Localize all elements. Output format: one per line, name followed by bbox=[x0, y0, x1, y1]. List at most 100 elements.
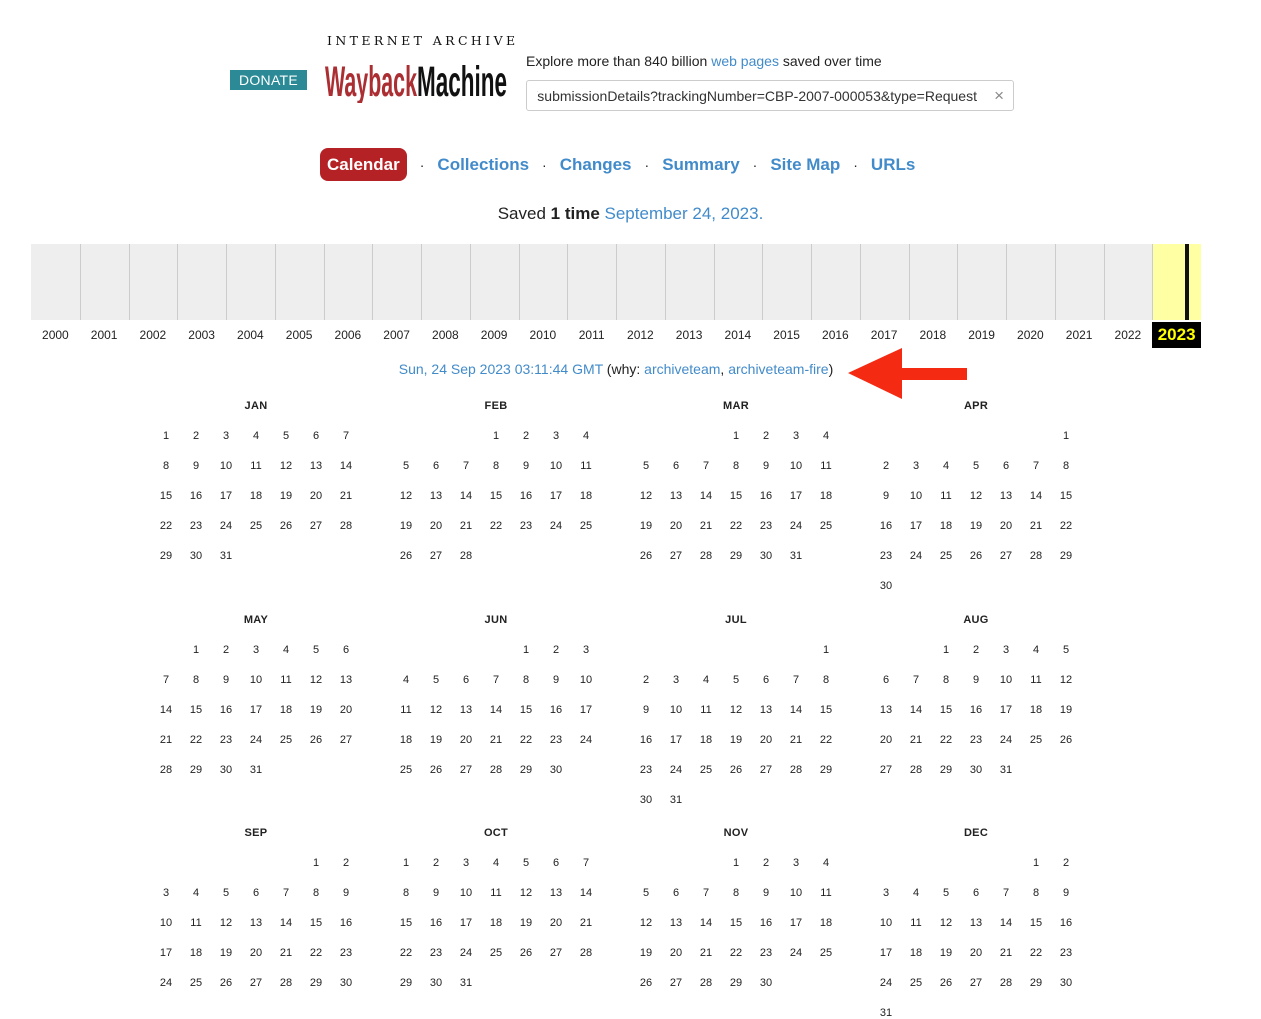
calendar-day: 1 bbox=[312, 857, 320, 869]
sparkline-year-2002[interactable] bbox=[128, 244, 178, 320]
calendar-day: 28 bbox=[1029, 550, 1043, 562]
sparkline-year-2001[interactable] bbox=[79, 244, 129, 320]
year-label-2011[interactable]: 2011 bbox=[567, 322, 616, 348]
year-label-2016[interactable]: 2016 bbox=[811, 322, 860, 348]
tab-urls[interactable]: URLs bbox=[871, 155, 915, 175]
sparkline-year-2019[interactable] bbox=[957, 244, 1006, 320]
saved-date-link[interactable]: September 24, 2023. bbox=[605, 204, 764, 223]
calendar-day: 19 bbox=[639, 947, 653, 959]
year-label-2007[interactable]: 2007 bbox=[372, 322, 421, 348]
year-label-2014[interactable]: 2014 bbox=[714, 322, 763, 348]
calendar-day: 29 bbox=[519, 764, 533, 776]
calendar-day: 30 bbox=[879, 580, 893, 592]
year-label-2017[interactable]: 2017 bbox=[860, 322, 909, 348]
tab-collections[interactable]: Collections bbox=[437, 155, 529, 175]
calendar-day: 7 bbox=[162, 674, 170, 686]
year-label-2015[interactable]: 2015 bbox=[762, 322, 811, 348]
calendar-day: 20 bbox=[879, 734, 893, 746]
calendar-day: 2 bbox=[642, 674, 650, 686]
year-label-2005[interactable]: 2005 bbox=[275, 322, 324, 348]
year-label-2004[interactable]: 2004 bbox=[226, 322, 275, 348]
web-pages-link[interactable]: web pages bbox=[711, 53, 779, 69]
sparkline-year-2021[interactable] bbox=[1054, 244, 1104, 320]
sparkline-year-2004[interactable] bbox=[226, 244, 275, 320]
calendar-day: 25 bbox=[939, 550, 953, 562]
sparkline-year-2006[interactable] bbox=[323, 244, 373, 320]
clear-icon[interactable]: × bbox=[994, 86, 1004, 106]
calendar-day: 27 bbox=[429, 550, 443, 562]
calendar-day: 13 bbox=[549, 887, 563, 899]
reason-archiveteam-link[interactable]: archiveteam bbox=[644, 361, 720, 377]
sparkline-year-2011[interactable] bbox=[567, 244, 616, 320]
sparkline-year-2000[interactable] bbox=[31, 244, 80, 320]
sparkline-year-2008[interactable] bbox=[421, 244, 470, 320]
sparkline-year-2014[interactable] bbox=[713, 244, 763, 320]
sparkline-year-2018[interactable] bbox=[908, 244, 958, 320]
sparkline-year-2016[interactable] bbox=[811, 244, 860, 320]
calendar-day: 6 bbox=[342, 644, 350, 656]
year-label-2006[interactable]: 2006 bbox=[324, 322, 373, 348]
year-label-2009[interactable]: 2009 bbox=[470, 322, 519, 348]
year-label-2012[interactable]: 2012 bbox=[616, 322, 665, 348]
year-label-2018[interactable]: 2018 bbox=[909, 322, 958, 348]
calendar-day: 13 bbox=[339, 674, 353, 686]
sparkline-year-2009[interactable] bbox=[469, 244, 519, 320]
year-label-2010[interactable]: 2010 bbox=[519, 322, 568, 348]
sparkline-year-2013[interactable] bbox=[664, 244, 714, 320]
calendar-day: 13 bbox=[999, 490, 1013, 502]
tab-calendar[interactable]: Calendar bbox=[320, 148, 407, 181]
calendar-day: 22 bbox=[939, 734, 953, 746]
calendar-day: 18 bbox=[909, 947, 923, 959]
year-label-2003[interactable]: 2003 bbox=[177, 322, 226, 348]
calendar-day: 3 bbox=[252, 644, 260, 656]
calendar-day: 17 bbox=[669, 734, 683, 746]
calendar-day: 16 bbox=[429, 917, 443, 929]
tab-changes[interactable]: Changes bbox=[560, 155, 632, 175]
sparkline-year-2020[interactable] bbox=[1006, 244, 1055, 320]
calendar-day: 29 bbox=[1059, 550, 1073, 562]
year-label-2019[interactable]: 2019 bbox=[957, 322, 1006, 348]
calendar-day: 7 bbox=[462, 460, 470, 472]
calendar-day: 14 bbox=[909, 704, 923, 716]
url-input[interactable] bbox=[537, 86, 977, 106]
calendar-day: 25 bbox=[489, 947, 503, 959]
sparkline-year-2015[interactable] bbox=[762, 244, 811, 320]
year-label-2022[interactable]: 2022 bbox=[1104, 322, 1153, 348]
sparkline-year-2012[interactable] bbox=[616, 244, 665, 320]
snapshot-timestamp-link[interactable]: Sun, 24 Sep 2023 03:11:44 GMT bbox=[399, 361, 603, 377]
calendar-day: 27 bbox=[969, 977, 983, 989]
donate-button[interactable]: DONATE bbox=[230, 70, 307, 90]
sparkline-year-2010[interactable] bbox=[518, 244, 568, 320]
year-label-2020[interactable]: 2020 bbox=[1006, 322, 1055, 348]
capture-bar[interactable] bbox=[1185, 244, 1190, 320]
sparkline-year-2005[interactable] bbox=[274, 244, 324, 320]
calendar-day: 21 bbox=[1029, 520, 1043, 532]
year-label-2002[interactable]: 2002 bbox=[129, 322, 178, 348]
year-label-2021[interactable]: 2021 bbox=[1055, 322, 1104, 348]
url-search-box[interactable]: × bbox=[526, 80, 1014, 111]
sparkline-year-2023[interactable] bbox=[1152, 244, 1201, 320]
tab-site-map[interactable]: Site Map bbox=[770, 155, 840, 175]
sparkline-year-2003[interactable] bbox=[177, 244, 226, 320]
year-label-2013[interactable]: 2013 bbox=[665, 322, 714, 348]
sparkline-year-2007[interactable] bbox=[372, 244, 421, 320]
reason-archiveteam-fire-link[interactable]: archiveteam-fire bbox=[728, 361, 828, 377]
calendar-day: 4 bbox=[402, 674, 410, 686]
calendar-day: 2 bbox=[552, 644, 560, 656]
year-label-2008[interactable]: 2008 bbox=[421, 322, 470, 348]
wayback-machine-logo[interactable]: INTERNET ARCHIVE Wayback Machine bbox=[325, 33, 515, 103]
sparkline-year-2017[interactable] bbox=[859, 244, 909, 320]
year-label-2023[interactable]: 2023 bbox=[1152, 322, 1201, 348]
calendar-day: 18 bbox=[819, 490, 833, 502]
calendar-day: 5 bbox=[1062, 644, 1070, 656]
calendar-day: 22 bbox=[189, 734, 203, 746]
tab-summary[interactable]: Summary bbox=[662, 155, 739, 175]
calendar-day: 14 bbox=[579, 887, 593, 899]
calendar-day: 10 bbox=[249, 674, 263, 686]
calendar-day: 8 bbox=[402, 887, 410, 899]
year-label-2001[interactable]: 2001 bbox=[80, 322, 129, 348]
calendar-day: 26 bbox=[219, 977, 233, 989]
year-label-2000[interactable]: 2000 bbox=[31, 322, 80, 348]
year-sparkline[interactable] bbox=[31, 244, 1201, 320]
sparkline-year-2022[interactable] bbox=[1103, 244, 1153, 320]
